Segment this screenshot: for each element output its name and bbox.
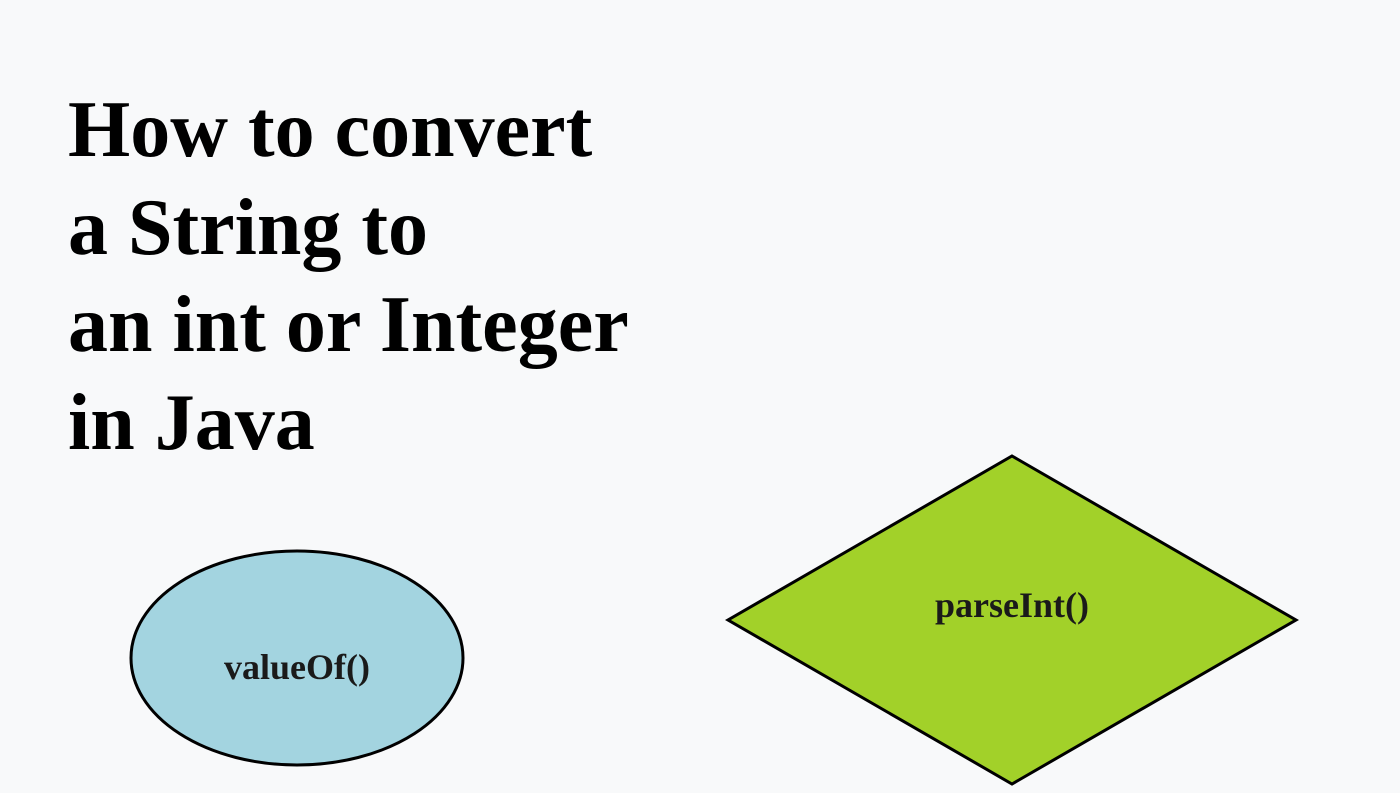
title-line-4: in Java <box>68 379 315 467</box>
diagram-title: How to convert a String to an int or Int… <box>68 82 629 472</box>
diamond-label: parseInt() <box>724 452 1300 788</box>
title-line-1: How to convert <box>68 86 592 174</box>
ellipse-label: valueOf() <box>128 548 466 768</box>
title-line-3: an int or Integer <box>68 281 629 369</box>
title-line-2: a String to <box>68 184 428 272</box>
